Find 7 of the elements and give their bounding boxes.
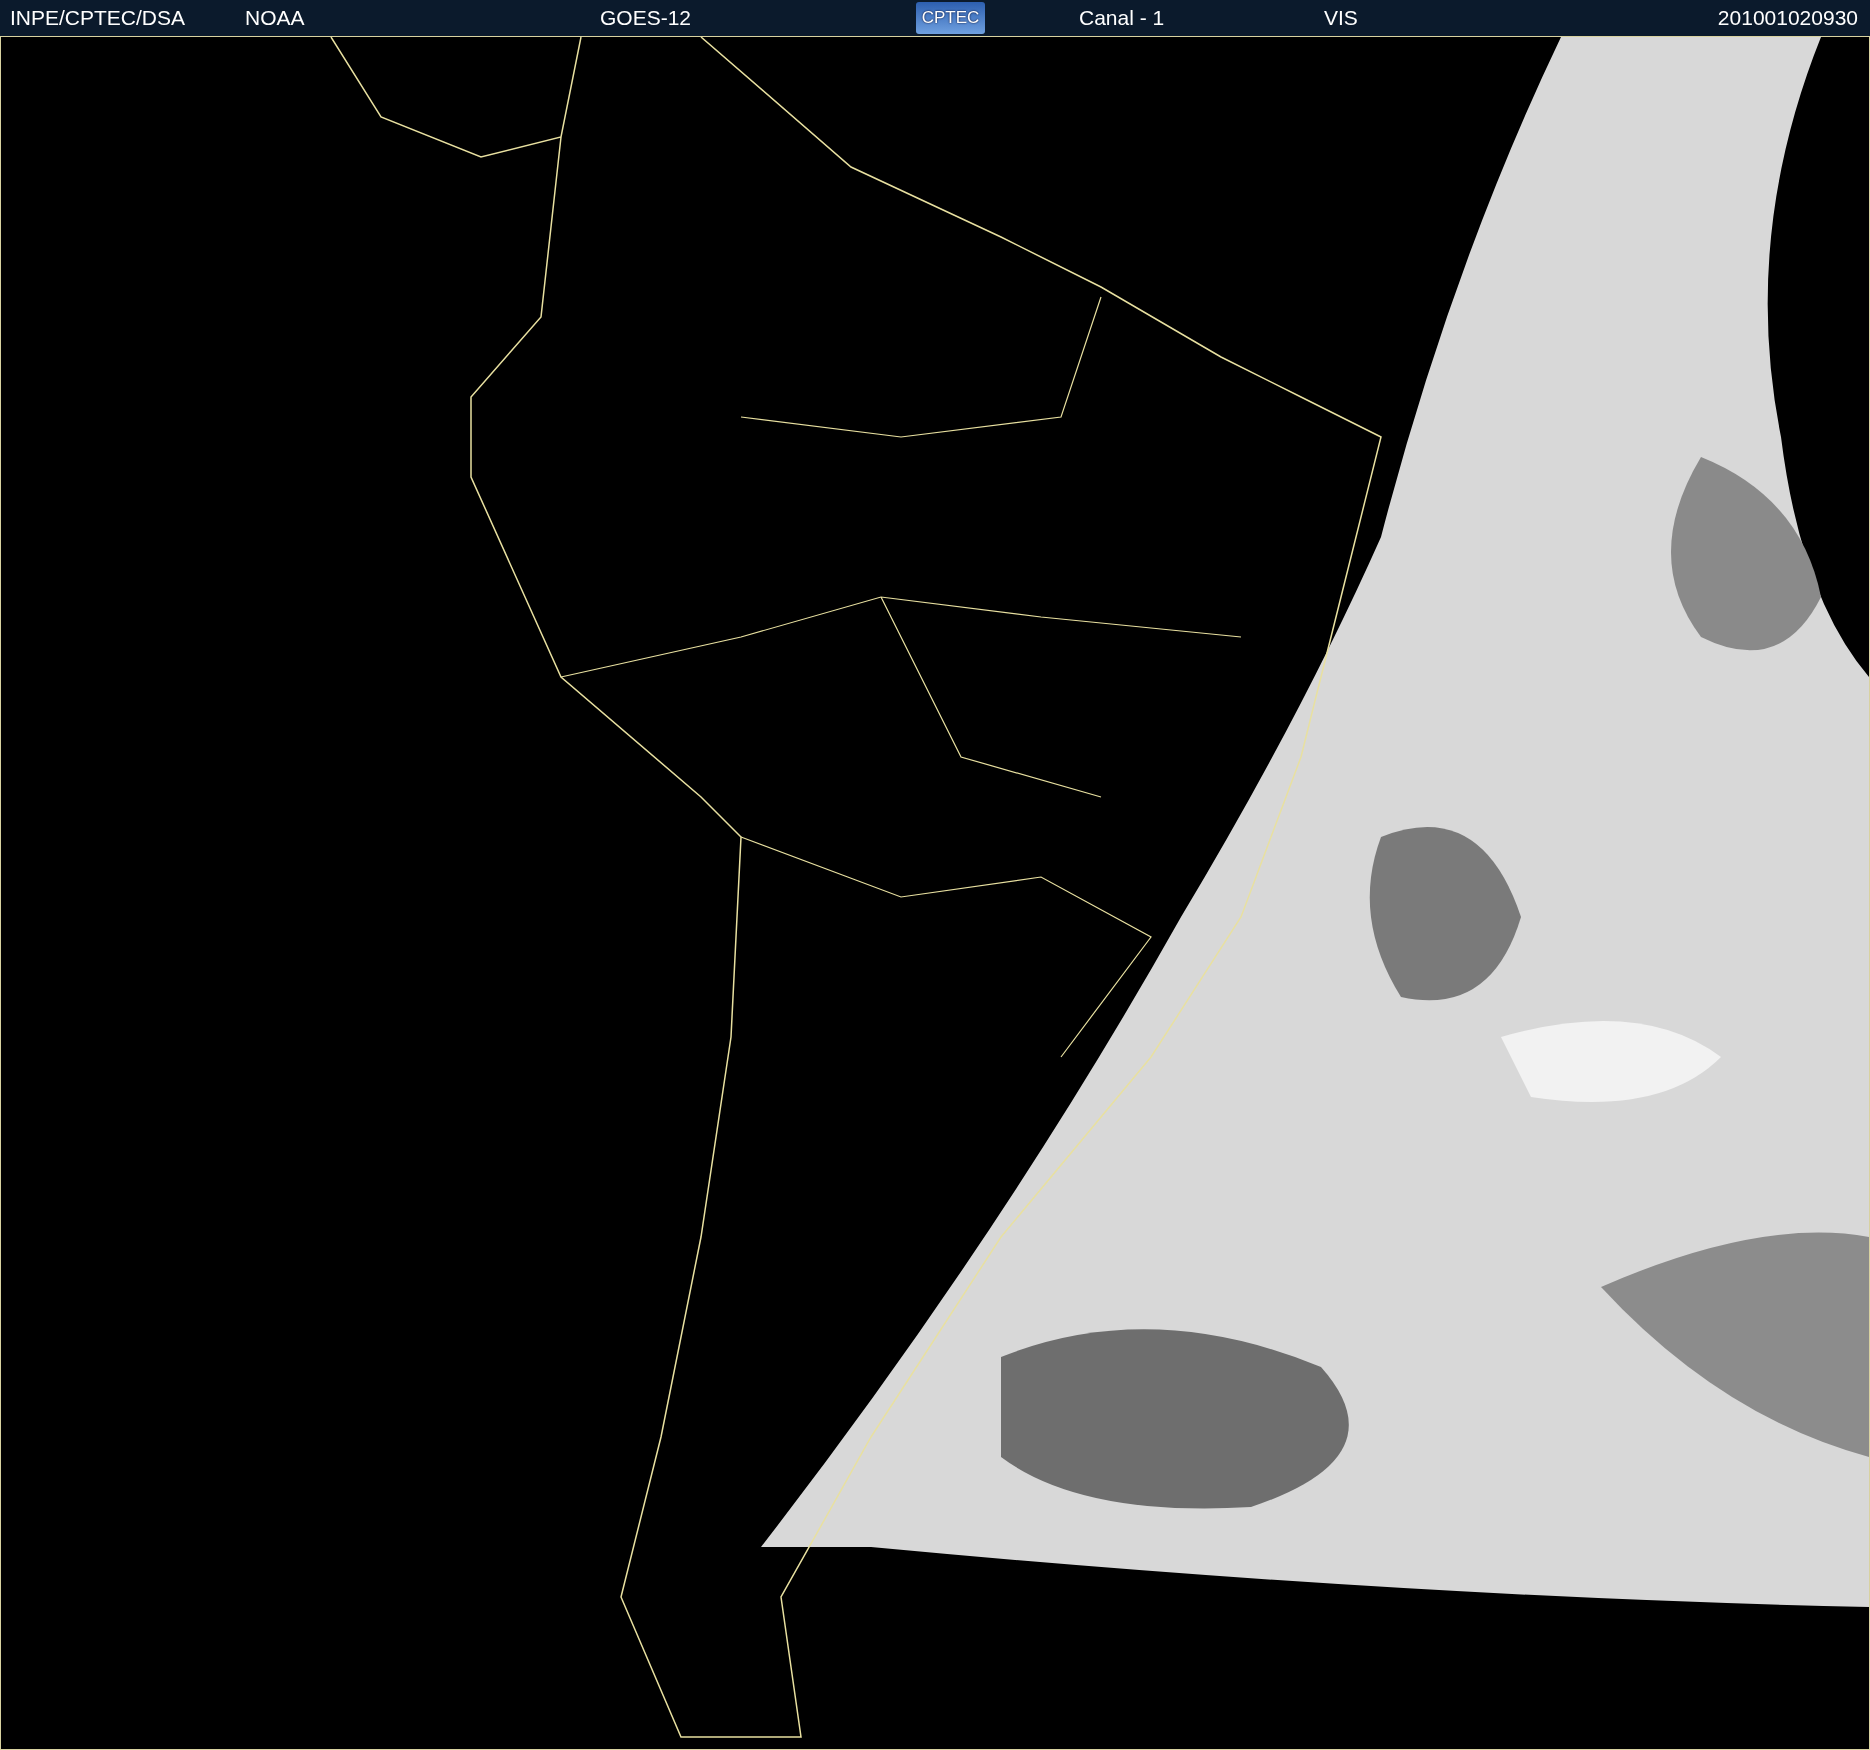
agency-label: INPE/CPTEC/DSA [10, 6, 186, 30]
channel-label: Canal - 1 [1079, 6, 1165, 30]
source-label: NOAA [245, 6, 305, 30]
band-label: VIS [1324, 6, 1358, 30]
cptec-logo: CPTEC [916, 2, 985, 34]
satellite-label: GOES-12 [600, 6, 692, 30]
timestamp-label: 201001020930 [1717, 6, 1858, 30]
